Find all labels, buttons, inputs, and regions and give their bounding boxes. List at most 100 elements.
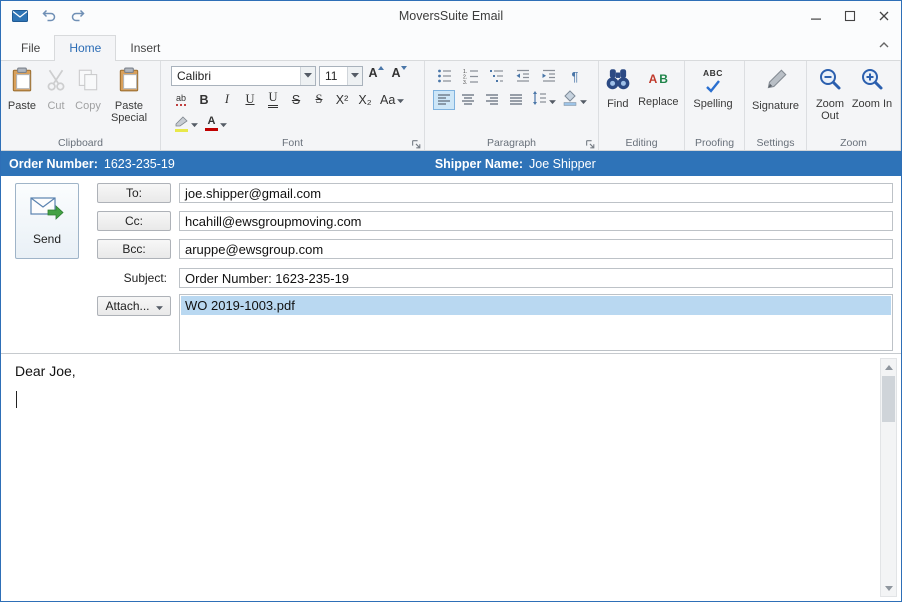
paragraph-group-label: Paragraph xyxy=(425,137,598,149)
tab-file[interactable]: File xyxy=(7,36,54,60)
app-window: MoversSuite Email File Home Insert Paste… xyxy=(0,0,902,602)
highlighter-icon xyxy=(173,116,189,132)
to-button[interactable]: To: xyxy=(97,183,171,203)
message-body[interactable]: Dear Joe, xyxy=(1,353,901,601)
compose-header: Send To: joe.shipper@gmail.com Cc: hcahi… xyxy=(1,176,901,353)
font-dialog-launcher[interactable] xyxy=(411,137,422,148)
editing-group-label: Editing xyxy=(599,137,684,149)
bullets-button[interactable] xyxy=(433,66,457,86)
undo-icon[interactable] xyxy=(38,5,60,27)
chevron-down-icon xyxy=(300,67,315,85)
subscript-button[interactable]: X₂ xyxy=(355,90,375,110)
superscript-button[interactable]: X² xyxy=(332,90,352,110)
spelling-button[interactable]: ABC Spelling xyxy=(687,64,739,134)
attachment-item[interactable]: WO 2019-1003.pdf xyxy=(181,296,891,315)
window-title: MoversSuite Email xyxy=(1,9,901,23)
chevron-down-icon xyxy=(580,91,587,109)
chevron-down-icon xyxy=(347,67,362,85)
text-effects-button[interactable]: ab xyxy=(171,90,191,110)
subject-field[interactable]: Order Number: 1623-235-19 xyxy=(179,268,893,288)
align-center-button[interactable] xyxy=(457,90,479,110)
font-color-button[interactable]: A xyxy=(203,114,229,134)
paragraph-dialog-launcher[interactable] xyxy=(585,137,596,148)
shrink-font-button[interactable]: A xyxy=(389,66,409,86)
text-highlight-color-button[interactable] xyxy=(171,114,200,134)
redo-icon[interactable] xyxy=(67,5,89,27)
font-size-select[interactable]: 11 xyxy=(319,66,363,86)
order-info-bar: Order Number: 1623-235-19 Shipper Name: … xyxy=(1,151,901,176)
show-paragraph-marks-button[interactable]: ¶ xyxy=(563,66,587,86)
multilevel-list-button[interactable] xyxy=(485,66,509,86)
underline-button[interactable]: U xyxy=(240,90,260,110)
double-underline-button[interactable]: U xyxy=(263,90,283,110)
decrease-indent-button[interactable] xyxy=(511,66,535,86)
zoom-out-button[interactable]: Zoom Out xyxy=(809,64,851,134)
window-controls xyxy=(799,1,901,31)
clipboard-group-label: Clipboard xyxy=(1,137,160,149)
minimize-button[interactable] xyxy=(799,1,833,31)
attach-button[interactable]: Attach... xyxy=(97,296,171,316)
font-family-select[interactable]: Calibri xyxy=(171,66,316,86)
shipper-name-label: Shipper Name: xyxy=(435,157,523,171)
grow-font-button[interactable]: A xyxy=(366,66,386,86)
body-scrollbar[interactable] xyxy=(880,358,897,597)
font-color-icon: A xyxy=(205,116,218,131)
bold-button[interactable]: B xyxy=(194,90,214,110)
ribbon-group-settings: Signature Settings xyxy=(745,61,807,150)
bcc-button[interactable]: Bcc: xyxy=(97,239,171,259)
numbering-button[interactable] xyxy=(459,66,483,86)
replace-icon: A B xyxy=(649,67,668,93)
line-spacing-icon xyxy=(531,90,547,111)
chevron-down-icon xyxy=(220,115,227,133)
scissors-icon xyxy=(43,67,69,97)
align-right-button[interactable] xyxy=(481,90,503,110)
tab-insert[interactable]: Insert xyxy=(116,36,174,60)
scrollbar-thumb[interactable] xyxy=(882,376,895,422)
close-button[interactable] xyxy=(867,1,901,31)
chevron-down-icon xyxy=(397,93,404,107)
body-greeting: Dear Joe, xyxy=(1,354,901,379)
zoom-in-button[interactable]: Zoom In xyxy=(851,64,893,134)
change-case-button[interactable]: Aa xyxy=(378,90,406,110)
collapse-ribbon-icon[interactable] xyxy=(873,37,895,53)
double-strikethrough-button[interactable]: S xyxy=(309,90,329,110)
subject-label: Subject: xyxy=(97,268,171,288)
bcc-field[interactable]: aruppe@ewsgroup.com xyxy=(179,239,893,259)
ribbon-group-paragraph: ¶ Paragraph xyxy=(425,61,599,150)
strikethrough-button[interactable]: S xyxy=(286,90,306,110)
chevron-down-icon xyxy=(191,115,198,133)
cut-button: Cut xyxy=(41,64,71,134)
send-icon xyxy=(30,196,64,225)
scroll-up-icon[interactable] xyxy=(881,359,896,375)
justify-button[interactable] xyxy=(505,90,527,110)
send-button[interactable]: Send xyxy=(15,183,79,259)
order-number-label: Order Number: xyxy=(9,157,98,171)
scroll-down-icon[interactable] xyxy=(881,580,896,596)
titlebar: MoversSuite Email xyxy=(1,1,901,31)
chevron-down-icon xyxy=(156,299,163,313)
find-button[interactable]: Find xyxy=(601,64,635,134)
to-field[interactable]: joe.shipper@gmail.com xyxy=(179,183,893,203)
app-mail-icon xyxy=(9,5,31,27)
ribbon: Paste Cut Copy Paste Special Clipboard xyxy=(1,61,901,151)
paste-button[interactable]: Paste xyxy=(3,64,41,134)
italic-button[interactable]: I xyxy=(217,90,237,110)
order-number-value: 1623-235-19 xyxy=(104,157,175,171)
signature-button[interactable]: Signature xyxy=(747,64,804,134)
paste-special-button[interactable]: Paste Special xyxy=(105,64,153,134)
replace-button[interactable]: A B Replace xyxy=(635,64,682,134)
signature-pen-icon xyxy=(763,67,789,97)
cc-field[interactable]: hcahill@ewsgroupmoving.com xyxy=(179,211,893,231)
line-spacing-button[interactable] xyxy=(529,90,558,110)
shading-button[interactable] xyxy=(560,90,589,110)
paste-icon xyxy=(9,67,35,97)
align-left-button[interactable] xyxy=(433,90,455,110)
spelling-check-icon: ABC xyxy=(703,67,723,95)
increase-indent-button[interactable] xyxy=(537,66,561,86)
attachments-panel[interactable]: WO 2019-1003.pdf xyxy=(179,294,893,351)
shading-icon xyxy=(562,90,578,111)
copy-icon xyxy=(75,67,101,97)
cc-button[interactable]: Cc: xyxy=(97,211,171,231)
tab-home[interactable]: Home xyxy=(54,35,116,61)
maximize-button[interactable] xyxy=(833,1,867,31)
